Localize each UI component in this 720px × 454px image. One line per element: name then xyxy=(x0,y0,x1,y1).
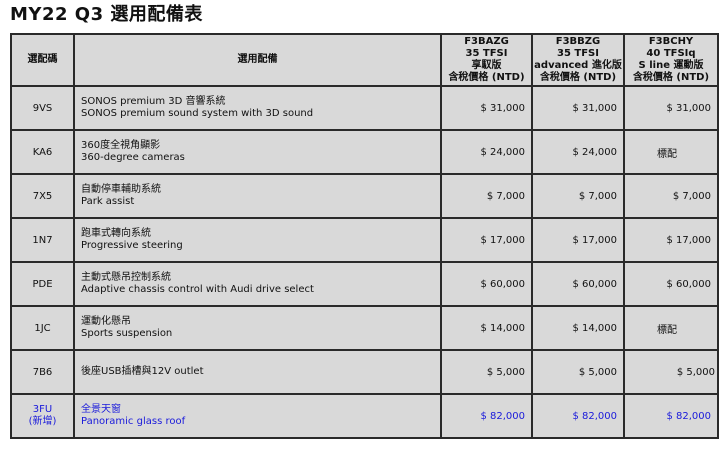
price-cell: $ 31,000 xyxy=(531,85,625,131)
price-cell: $ 31,000 xyxy=(440,85,533,131)
standard-equipment-cell: 標配 xyxy=(623,305,719,351)
header-variant-f3bchy: F3BCHY 40 TFSIq S line 運動版 含稅價格 (NTD) xyxy=(623,33,719,87)
option-code: 1JC xyxy=(10,305,75,351)
feature-name-zh: 跑車式轉向系統 xyxy=(81,228,151,239)
option-feature: 跑車式轉向系統 Progressive steering xyxy=(73,217,442,263)
feature-name-zh: SONOS premium 3D 音響系統 xyxy=(81,96,226,107)
header-option-feature: 選用配備 xyxy=(73,33,442,87)
price-cell: $ 17,000 xyxy=(623,217,719,263)
price-cell: $ 82,000 xyxy=(623,393,719,439)
feature-name-en: Progressive steering xyxy=(81,240,183,251)
feature-name-en: Park assist xyxy=(81,196,135,207)
option-feature: 全景天窗 Panoramic glass roof xyxy=(73,393,442,439)
feature-name-zh: 後座USB插槽與12V outlet xyxy=(81,366,204,377)
feature-name-zh: 運動化懸吊 xyxy=(81,316,131,327)
price-cell: $ 14,000 xyxy=(440,305,533,351)
price-cell: $ 7,000 xyxy=(531,173,625,219)
header-variant-f3bbzg: F3BBZG 35 TFSI advanced 進化版 含稅價格 (NTD) xyxy=(531,33,625,87)
price-cell: $ 82,000 xyxy=(440,393,533,439)
feature-name-en: SONOS premium sound system with 3D sound xyxy=(81,108,314,119)
price-cell: $ 17,000 xyxy=(440,217,533,263)
price-cell: $ 7,000 xyxy=(440,173,533,219)
table-row: 7B6 後座USB插槽與12V outlet $ 5,000 $ 5,000 $… xyxy=(10,349,719,395)
price-cell: $ 82,000 xyxy=(531,393,625,439)
price-cell: $ 7,000 xyxy=(623,173,719,219)
new-option-badge: (新增) xyxy=(28,416,57,427)
feature-name-zh: 主動式懸吊控制系統 xyxy=(81,272,171,283)
price-cell: $ 5,000 xyxy=(440,349,533,395)
option-code: 7X5 xyxy=(10,173,75,219)
option-code-value: 3FU xyxy=(32,404,53,415)
option-code: KA6 xyxy=(10,129,75,175)
price-cell: $ 24,000 xyxy=(440,129,533,175)
price-cell: $ 31,000 xyxy=(623,85,719,131)
option-code: PDE xyxy=(10,261,75,307)
option-feature: 主動式懸吊控制系統 Adaptive chassis control with … xyxy=(73,261,442,307)
feature-name-zh: 360度全視角顯影 xyxy=(81,140,161,151)
price-cell: $ 17,000 xyxy=(531,217,625,263)
price-cell: $ 60,000 xyxy=(440,261,533,307)
option-code: 1N7 xyxy=(10,217,75,263)
option-feature: 運動化懸吊 Sports suspension xyxy=(73,305,442,351)
option-feature: SONOS premium 3D 音響系統 SONOS premium soun… xyxy=(73,85,442,131)
table-row: KA6 360度全視角顯影 360-degree cameras $ 24,00… xyxy=(10,129,719,175)
option-code: 3FU (新增) xyxy=(10,393,75,439)
feature-name-zh: 全景天窗 xyxy=(81,404,121,415)
header-option-code: 選配碼 xyxy=(10,33,75,87)
price-cell: $ 14,000 xyxy=(531,305,625,351)
feature-name-en: Adaptive chassis control with Audi drive… xyxy=(81,284,314,295)
feature-name-zh: 自動停車輔助系統 xyxy=(81,184,161,195)
options-price-table: 選配碼 選用配備 F3BAZG 35 TFSI 享馭版 含稅價格 (NTD) F… xyxy=(10,33,719,439)
table-row: 1JC 運動化懸吊 Sports suspension $ 14,000 $ 1… xyxy=(10,305,719,351)
table-row-new-option: 3FU (新增) 全景天窗 Panoramic glass roof $ 82,… xyxy=(10,393,719,439)
table-header-row: 選配碼 選用配備 F3BAZG 35 TFSI 享馭版 含稅價格 (NTD) F… xyxy=(10,33,719,87)
option-feature: 後座USB插槽與12V outlet xyxy=(73,349,442,395)
price-cell: $ 24,000 xyxy=(531,129,625,175)
option-code: 7B6 xyxy=(10,349,75,395)
table-row: PDE 主動式懸吊控制系統 Adaptive chassis control w… xyxy=(10,261,719,307)
option-feature: 360度全視角顯影 360-degree cameras xyxy=(73,129,442,175)
page-title: MY22 Q3 選用配備表 xyxy=(10,4,203,25)
feature-name-en: Sports suspension xyxy=(81,328,173,339)
feature-name-en: Panoramic glass roof xyxy=(81,416,186,427)
price-cell: $ 5,000 xyxy=(531,349,625,395)
price-cell: $ 60,000 xyxy=(531,261,625,307)
option-code: 9VS xyxy=(10,85,75,131)
feature-name-en: 360-degree cameras xyxy=(81,152,185,163)
price-cell: $ 60,000 xyxy=(623,261,719,307)
table-row: 9VS SONOS premium 3D 音響系統 SONOS premium … xyxy=(10,85,719,131)
table-row: 7X5 自動停車輔助系統 Park assist $ 7,000 $ 7,000… xyxy=(10,173,719,219)
price-cell: $ 5,000 xyxy=(623,349,719,395)
option-feature: 自動停車輔助系統 Park assist xyxy=(73,173,442,219)
table-row: 1N7 跑車式轉向系統 Progressive steering $ 17,00… xyxy=(10,217,719,263)
standard-equipment-cell: 標配 xyxy=(623,129,719,175)
header-variant-f3bazg: F3BAZG 35 TFSI 享馭版 含稅價格 (NTD) xyxy=(440,33,533,87)
